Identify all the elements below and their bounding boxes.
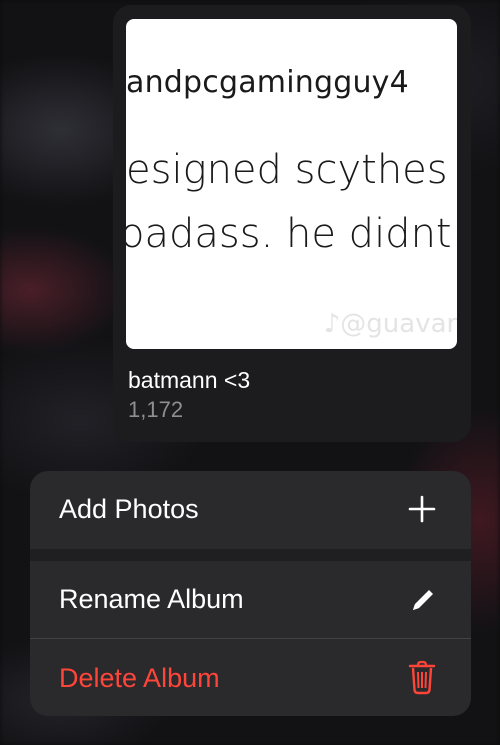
delete-album-label: Delete Album [59,663,220,693]
plus-icon [407,491,437,527]
album-photo-count: 1,172 [128,397,184,422]
album-title: batmann <3 [128,367,251,393]
rename-album-button[interactable]: Rename Album [30,561,471,638]
thumbnail-text-line: esigned scythes d [126,147,457,193]
pencil-icon [407,581,437,617]
album-context-menu: Add Photos Rename Album Delete Album [30,471,471,716]
thumbnail-text-line: andpcgamingguy4 [126,65,409,100]
thumbnail-watermark: ♪@guavan [323,309,457,339]
delete-album-button[interactable]: Delete Album [30,639,471,716]
menu-section-divider [30,549,471,561]
rename-album-label: Rename Album [59,584,244,614]
album-preview-card[interactable]: andpcgamingguy4 esigned scythes d oadass… [113,5,471,442]
add-photos-button[interactable]: Add Photos [30,471,471,549]
thumbnail-text-line: oadass. he didnt ca [126,211,457,257]
trash-icon [407,659,437,695]
add-photos-label: Add Photos [59,494,199,524]
album-thumbnail: andpcgamingguy4 esigned scythes d oadass… [126,19,457,349]
